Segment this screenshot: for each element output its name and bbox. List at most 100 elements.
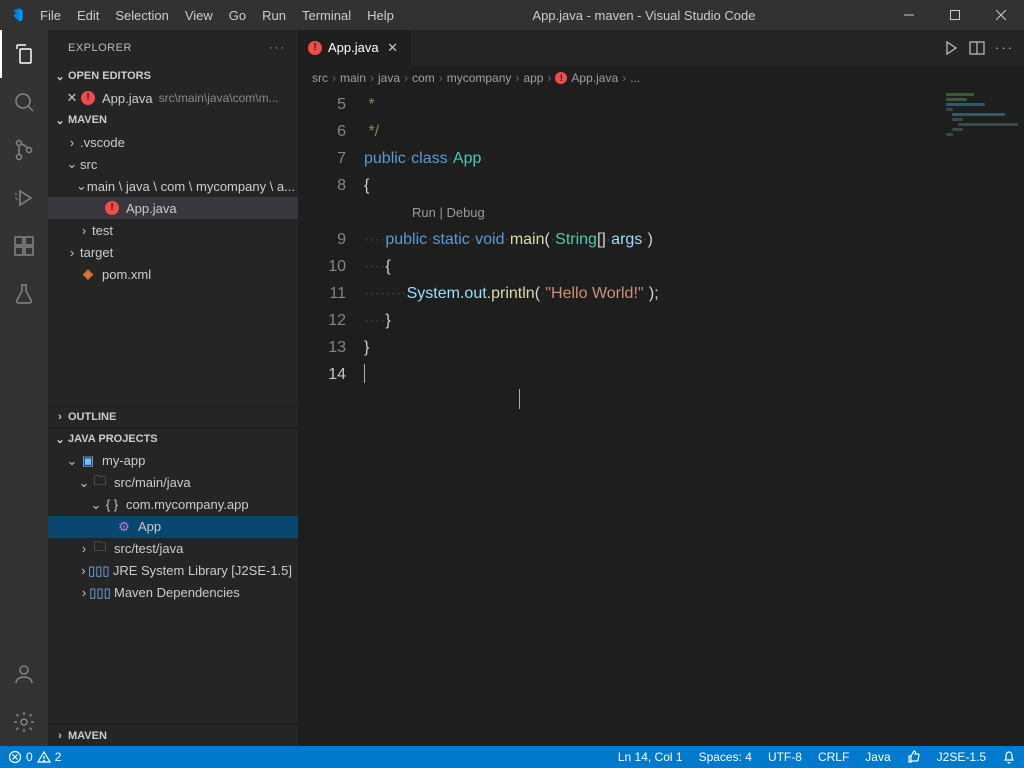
- activity-scm-icon[interactable]: [0, 126, 48, 174]
- breadcrumb-item[interactable]: app: [523, 71, 543, 85]
- status-eol[interactable]: CRLF: [810, 746, 857, 768]
- file-label: pom.xml: [102, 267, 151, 282]
- error-icon: !: [80, 91, 96, 105]
- class-icon: ⚙: [116, 519, 132, 535]
- menu-run[interactable]: Run: [254, 4, 294, 27]
- folder-label: target: [80, 245, 113, 260]
- project-icon: ▣: [80, 453, 96, 469]
- status-cursor-pos[interactable]: Ln 14, Col 1: [610, 746, 691, 768]
- java-package[interactable]: ⌄{ }com.mycompany.app: [48, 494, 298, 516]
- section-workspace[interactable]: ⌄ maven: [48, 109, 298, 131]
- java-class-app[interactable]: ⚙ App: [48, 516, 298, 538]
- chevron-right-icon: ›: [52, 730, 68, 742]
- window-close-button[interactable]: [978, 0, 1024, 30]
- breadcrumb-item[interactable]: java: [378, 71, 400, 85]
- java-project-root[interactable]: ⌄▣ my-app: [48, 450, 298, 472]
- status-thumbsup-icon[interactable]: [899, 746, 929, 768]
- xml-icon: ◈: [80, 266, 96, 282]
- sidebar-more-icon[interactable]: ···: [269, 42, 286, 54]
- workspace-title: maven: [68, 114, 107, 126]
- window-controls: [886, 0, 1024, 30]
- status-bell-icon[interactable]: [994, 746, 1024, 768]
- code-lines[interactable]: * */ public·class·App· { Run | Debug ···…: [364, 91, 1024, 746]
- close-icon[interactable]: ✕: [64, 90, 80, 106]
- menu-go[interactable]: Go: [221, 4, 254, 27]
- menu-edit[interactable]: Edit: [69, 4, 107, 27]
- maven-deps-label: Maven Dependencies: [114, 585, 240, 600]
- library-icon: ▯▯▯: [91, 563, 107, 579]
- menu-help[interactable]: Help: [359, 4, 402, 27]
- status-indent[interactable]: Spaces: 4: [691, 746, 760, 768]
- tree-folder-target[interactable]: ›target: [48, 241, 298, 263]
- error-icon: !: [104, 201, 120, 215]
- java-src-main[interactable]: ⌄🗀src/main/java: [48, 472, 298, 494]
- minimap[interactable]: [942, 91, 1012, 171]
- src-test-label: src/test/java: [114, 541, 183, 556]
- chevron-down-icon: ⌄: [88, 497, 104, 513]
- breadcrumb-item[interactable]: com: [412, 71, 435, 85]
- window-minimize-button[interactable]: [886, 0, 932, 30]
- tree-folder-src[interactable]: ⌄src: [48, 153, 298, 175]
- java-jre-lib[interactable]: ›▯▯▯JRE System Library [J2SE-1.5]: [48, 560, 298, 582]
- activity-extensions-icon[interactable]: [0, 222, 48, 270]
- run-icon[interactable]: [943, 40, 959, 56]
- breadcrumbs[interactable]: src› main› java› com› mycompany› app› ! …: [298, 65, 1024, 91]
- error-icon: !: [555, 72, 567, 84]
- open-editor-item[interactable]: ✕ ! App.java src\main\java\com\m...: [48, 87, 298, 109]
- status-warnings-count: 2: [55, 750, 62, 764]
- status-encoding[interactable]: UTF-8: [760, 746, 810, 768]
- chevron-down-icon: ⌄: [52, 114, 68, 127]
- status-language[interactable]: Java: [857, 746, 898, 768]
- activity-test-icon[interactable]: [0, 270, 48, 318]
- menu-terminal[interactable]: Terminal: [294, 4, 359, 27]
- folder-label: src: [80, 157, 97, 172]
- activity-bar: [0, 30, 48, 746]
- activity-account-icon[interactable]: [0, 650, 48, 698]
- section-open-editors[interactable]: ⌄ Open Editors: [48, 65, 298, 87]
- error-icon: !: [308, 41, 322, 55]
- project-label: my-app: [102, 453, 145, 468]
- section-java-projects[interactable]: ⌄ Java Projects: [48, 428, 298, 450]
- tab-app-java[interactable]: ! App.java ✕: [298, 30, 412, 65]
- maven-label: Maven: [68, 730, 107, 742]
- split-editor-icon[interactable]: [969, 40, 985, 56]
- class-label: App: [138, 519, 161, 534]
- chevron-down-icon: ⌄: [76, 475, 92, 491]
- breadcrumb-item[interactable]: App.java: [571, 71, 618, 85]
- java-projects-label: Java Projects: [68, 433, 158, 445]
- chevron-down-icon: ⌄: [52, 70, 68, 83]
- line-gutter: 5 6 7 8 9 10 11 12 13 14: [298, 91, 364, 746]
- tree-folder-vscode[interactable]: ›.vscode: [48, 131, 298, 153]
- window-maximize-button[interactable]: [932, 0, 978, 30]
- section-maven[interactable]: › Maven: [48, 724, 298, 746]
- activity-explorer-icon[interactable]: [0, 30, 48, 78]
- breadcrumb-item[interactable]: ...: [630, 71, 640, 85]
- menu-selection[interactable]: Selection: [107, 4, 176, 27]
- java-src-test[interactable]: ›🗀src/test/java: [48, 538, 298, 560]
- chevron-down-icon: ⌄: [76, 178, 87, 194]
- tree-file-app[interactable]: !App.java: [48, 197, 298, 219]
- tree-file-pom[interactable]: ◈ pom.xml: [48, 263, 298, 285]
- java-maven-deps[interactable]: ›▯▯▯Maven Dependencies: [48, 582, 298, 604]
- activity-debug-icon[interactable]: [0, 174, 48, 222]
- library-icon: ▯▯▯: [92, 585, 108, 601]
- tree-folder-srcpath[interactable]: ⌄main \ java \ com \ mycompany \ a...: [48, 175, 298, 197]
- code-lens[interactable]: Run | Debug: [364, 199, 1024, 226]
- status-problems[interactable]: 0 2: [0, 746, 69, 768]
- src-main-label: src/main/java: [114, 475, 191, 490]
- activity-search-icon[interactable]: [0, 78, 48, 126]
- menu-view[interactable]: View: [177, 4, 221, 27]
- menu-file[interactable]: File: [32, 4, 69, 27]
- tree-folder-test[interactable]: ›test: [48, 219, 298, 241]
- chevron-down-icon: ⌄: [64, 453, 80, 469]
- breadcrumb-item[interactable]: mycompany: [447, 71, 512, 85]
- breadcrumb-item[interactable]: src: [312, 71, 328, 85]
- more-icon[interactable]: ···: [995, 40, 1014, 55]
- chevron-right-icon: ›: [64, 245, 80, 260]
- tab-close-icon[interactable]: ✕: [385, 40, 401, 56]
- status-jdk[interactable]: J2SE-1.5: [929, 746, 994, 768]
- breadcrumb-item[interactable]: main: [340, 71, 366, 85]
- activity-settings-icon[interactable]: [0, 698, 48, 746]
- code-editor[interactable]: 5 6 7 8 9 10 11 12 13 14 * */ public·cla…: [298, 91, 1024, 746]
- section-outline[interactable]: › Outline: [48, 406, 298, 428]
